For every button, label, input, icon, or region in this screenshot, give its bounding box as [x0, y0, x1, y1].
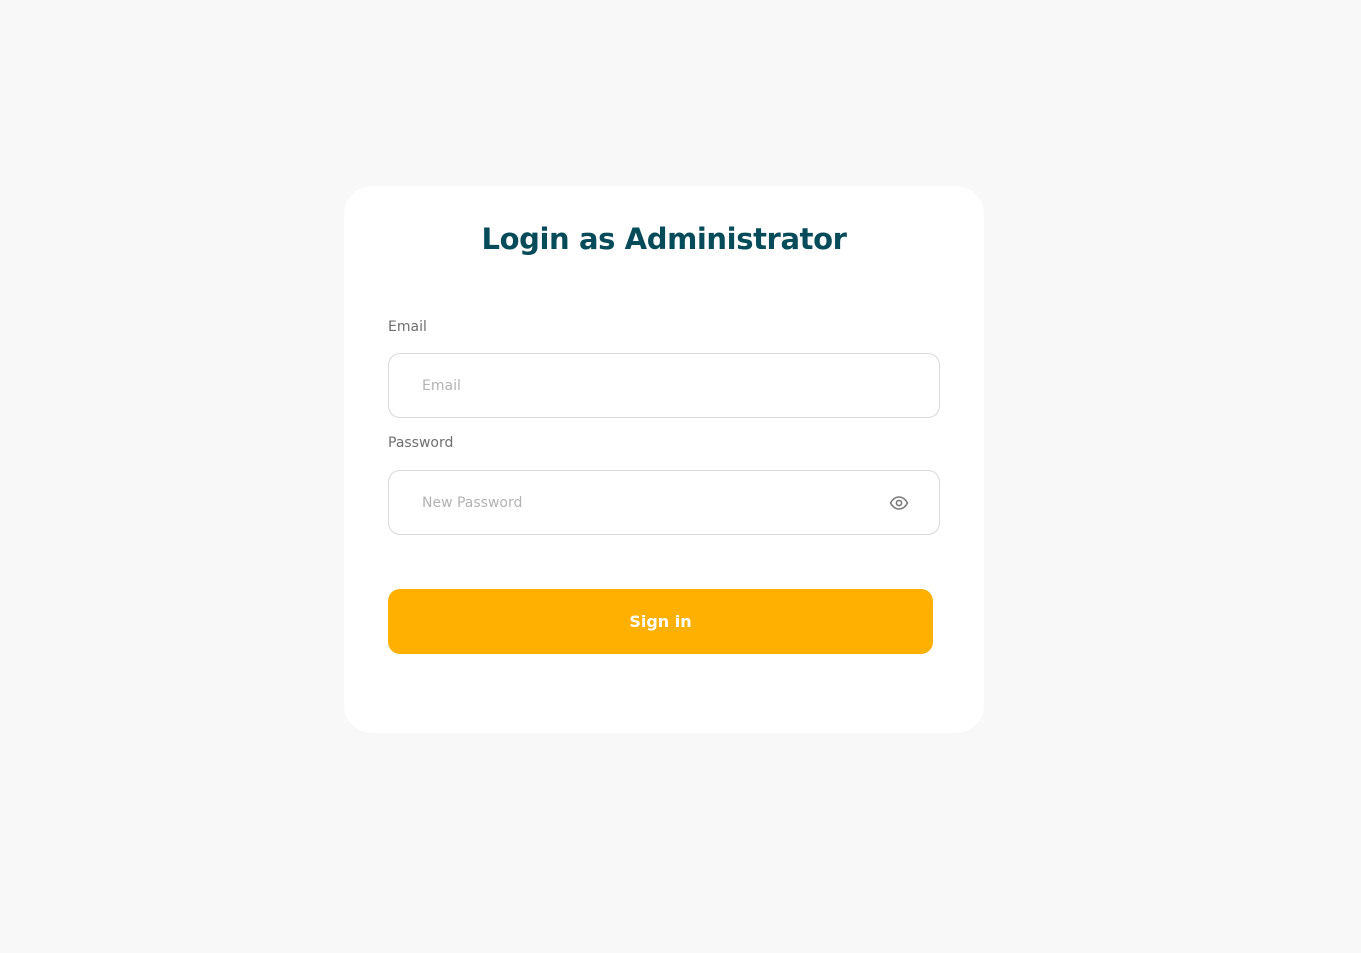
email-field[interactable]: [389, 354, 939, 417]
login-card: Login as Administrator Email Password Si…: [344, 186, 984, 733]
show-password-toggle[interactable]: [889, 493, 909, 513]
eye-icon: [889, 496, 909, 510]
password-field[interactable]: [389, 471, 939, 534]
password-field-container: [388, 470, 940, 535]
page-title: Login as Administrator: [481, 222, 847, 256]
login-page: Login as Administrator Email Password Si…: [0, 0, 1361, 953]
email-field-container: [388, 353, 940, 418]
email-label: Email: [388, 319, 427, 335]
password-label: Password: [388, 435, 454, 451]
sign-in-button[interactable]: Sign in: [388, 589, 933, 654]
